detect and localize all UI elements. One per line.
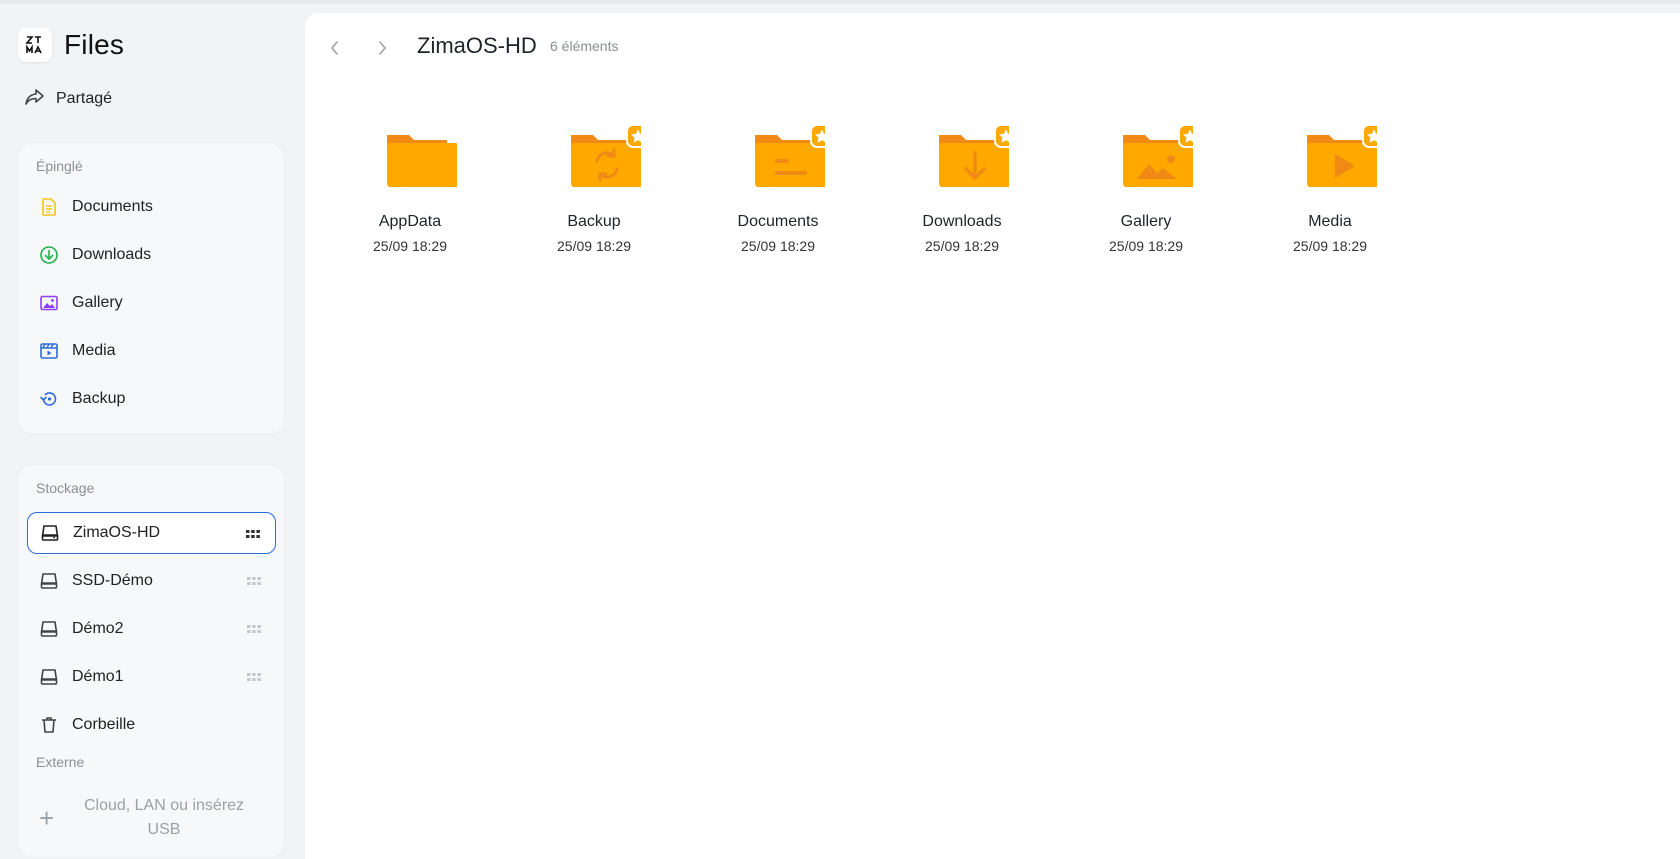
chevron-left-icon: [330, 41, 338, 55]
forward-button[interactable]: [370, 35, 394, 61]
sidebar: Files Partagé Épinglé Documents Download…: [0, 4, 305, 859]
folder-date: 25/09 18:29: [1293, 238, 1367, 254]
folder-media[interactable]: Media 25/09 18:29: [1245, 117, 1415, 267]
folder-documents-icon: [745, 117, 834, 197]
app-title: Files: [64, 29, 125, 60]
current-folder-title: ZimaOS-HD: [417, 33, 537, 58]
chevron-right-icon: [379, 41, 387, 55]
sidebar-item-ssd-demo[interactable]: SSD-Démo: [27, 560, 276, 602]
folder-gallery-icon: [1113, 117, 1202, 197]
sidebar-item-backup[interactable]: Backup: [27, 378, 276, 420]
folder-date: 25/09 18:29: [741, 238, 815, 254]
folder-gallery[interactable]: Gallery 25/09 18:29: [1061, 117, 1231, 267]
folder-downloads[interactable]: Downloads 25/09 18:29: [877, 117, 1047, 267]
image-icon: [37, 291, 61, 315]
folder-downloads-icon: [929, 117, 1018, 197]
grid-menu-icon[interactable]: [246, 621, 262, 637]
add-external-button[interactable]: + Cloud, LAN ou insérez USB: [27, 789, 276, 847]
video-clapper-icon: [37, 339, 61, 363]
grid-menu-icon[interactable]: [245, 526, 261, 542]
folder-name: Gallery: [1120, 213, 1172, 230]
sidebar-item-demo2[interactable]: Démo2: [27, 608, 276, 650]
sidebar-item-label: Media: [72, 342, 116, 359]
pinned-title: Épinglé: [36, 158, 83, 174]
external-title: Externe: [36, 754, 85, 770]
sidebar-item-trash[interactable]: Corbeille: [27, 704, 276, 746]
hard-drive-icon: [37, 569, 61, 593]
plus-icon: +: [39, 802, 55, 833]
folder-name: Media: [1308, 213, 1352, 230]
folder-backup-icon: [561, 117, 650, 197]
sidebar-item-label: Downloads: [72, 246, 152, 263]
folder-name: AppData: [378, 213, 442, 230]
sidebar-item-label: SSD-Démo: [72, 572, 153, 589]
sidebar-item-label: Démo2: [72, 620, 124, 637]
shared-label: Partagé: [56, 90, 113, 107]
storage-section: Stockage ZimaOS-HD SSD-Démo Démo2 Démo1 …: [17, 464, 285, 858]
sidebar-item-label: Gallery: [72, 294, 123, 311]
folder-media-icon: [1297, 117, 1386, 197]
folder-documents[interactable]: Documents 25/09 18:29: [693, 117, 863, 267]
folder-date: 25/09 18:29: [557, 238, 631, 254]
back-button[interactable]: [323, 35, 347, 61]
trash-icon: [37, 713, 61, 737]
grid-menu-icon[interactable]: [246, 669, 262, 685]
download-circle-icon: [37, 243, 61, 267]
sidebar-item-label: Démo1: [72, 668, 124, 685]
share-icon: [24, 86, 46, 113]
folder-name: Documents: [737, 213, 819, 230]
folder-date: 25/09 18:29: [1109, 238, 1183, 254]
sidebar-item-gallery[interactable]: Gallery: [27, 282, 276, 324]
hard-drive-icon: [37, 665, 61, 689]
sidebar-item-demo1[interactable]: Démo1: [27, 656, 276, 698]
folder-date: 25/09 18:29: [373, 238, 447, 254]
sidebar-item-label: ZimaOS-HD: [73, 524, 161, 541]
main-panel: ZimaOS-HD 6 éléments AppData 25/09 18:29…: [305, 13, 1680, 859]
backup-icon: [37, 387, 61, 411]
folder-name: Backup: [567, 213, 621, 230]
sidebar-item-label: Documents: [72, 198, 153, 215]
sidebar-item-label: Corbeille: [72, 716, 136, 733]
hard-drive-icon: [38, 521, 62, 545]
pinned-section: Épinglé Documents Downloads Gallery Medi…: [17, 142, 285, 435]
folder-backup[interactable]: Backup 25/09 18:29: [509, 117, 679, 267]
app-brand: Files: [18, 28, 124, 62]
folder-name: Downloads: [922, 213, 1002, 230]
folder-date: 25/09 18:29: [925, 238, 999, 254]
sidebar-item-label: Backup: [72, 390, 126, 407]
add-external-label: Cloud, LAN ou insérez USB: [83, 797, 245, 838]
storage-title: Stockage: [36, 480, 95, 496]
folder-icon: [377, 117, 459, 197]
sidebar-item-zimaos-hd[interactable]: ZimaOS-HD: [27, 512, 276, 554]
folder-appdata[interactable]: AppData 25/09 18:29: [325, 117, 495, 267]
grid-menu-icon[interactable]: [246, 573, 262, 589]
sidebar-item-documents[interactable]: Documents: [27, 186, 276, 228]
shared-link[interactable]: Partagé: [24, 84, 112, 114]
sidebar-item-downloads[interactable]: Downloads: [27, 234, 276, 276]
zima-logo: [18, 28, 52, 62]
hard-drive-icon: [37, 617, 61, 641]
item-count: 6 éléments: [550, 38, 619, 54]
document-icon: [37, 195, 61, 219]
sidebar-item-media[interactable]: Media: [27, 330, 276, 372]
